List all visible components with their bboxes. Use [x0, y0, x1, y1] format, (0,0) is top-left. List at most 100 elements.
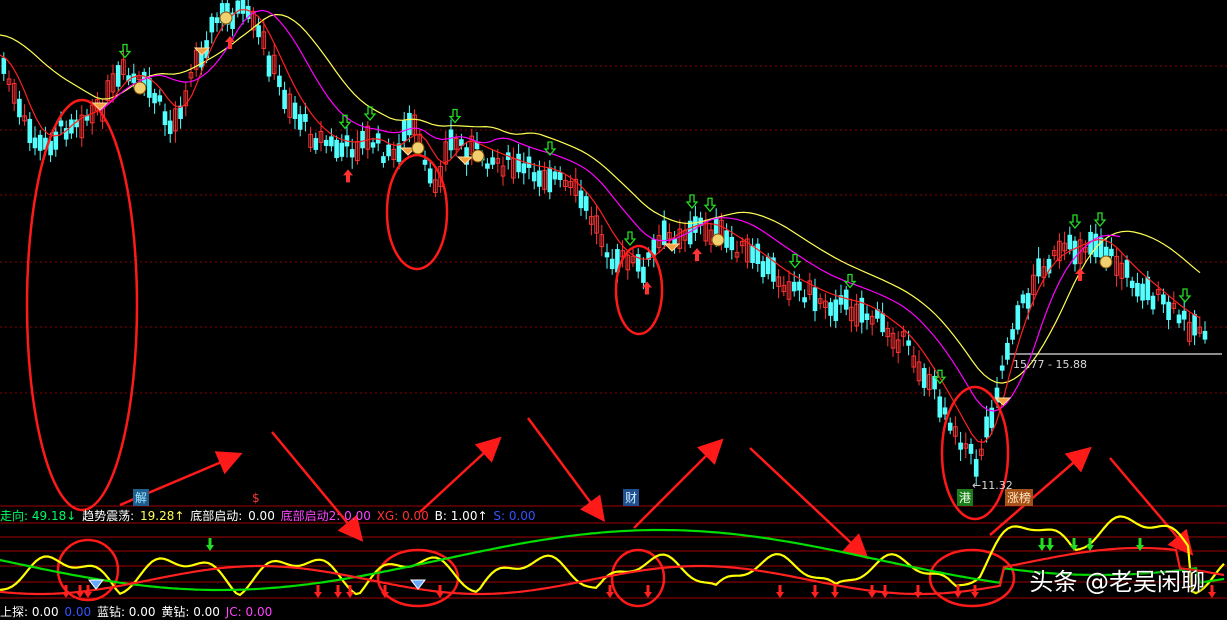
candle-body: [937, 396, 943, 418]
candle-body: [396, 143, 402, 162]
highlight-ellipse: [385, 153, 449, 271]
candle-body: [448, 129, 454, 151]
buy-arrow-icon: [811, 585, 819, 598]
candle-body: [526, 156, 532, 168]
xg-readout: XG: 0.00: [376, 509, 429, 523]
candle-body: [427, 168, 433, 184]
stock-chart: [0, 0, 1227, 608]
down-signal-icon: [843, 273, 857, 289]
bottom-label: 底部启动:: [190, 509, 243, 523]
candle-body: [1129, 280, 1135, 288]
candle-body: [157, 95, 163, 102]
bottom2-readout: 底部启动2: 0.00: [280, 509, 371, 523]
watermark: 头条 @老吴闲聊: [1029, 568, 1205, 596]
bottom-value: 0.00: [248, 509, 275, 523]
candle-body: [973, 459, 979, 477]
candle-body: [147, 78, 152, 98]
candle-body: [256, 25, 261, 38]
up-signal-icon: [343, 169, 353, 183]
diamond-icon: [456, 156, 474, 165]
buy-arrow-icon: [644, 585, 652, 598]
buy-arrow-icon: [334, 585, 342, 598]
candle-body: [381, 156, 386, 163]
candle-body: [1124, 259, 1130, 278]
candle-body: [984, 416, 989, 438]
candle-body: [1067, 234, 1073, 250]
candle-body: [349, 149, 355, 158]
highlight-ellipse: [25, 98, 139, 512]
annotation-arrow: [749, 447, 869, 560]
candle-body: [152, 92, 157, 104]
candle-body: [521, 163, 527, 174]
candle-body: [167, 120, 173, 135]
candle-body: [1192, 314, 1197, 336]
annotation-arrow: [419, 436, 502, 513]
candle-body: [1020, 294, 1026, 304]
candle-body: [557, 172, 563, 180]
candle-body: [1161, 294, 1166, 305]
annotation-arrow: [1109, 457, 1194, 556]
candle-body: [1176, 314, 1182, 324]
candle-body: [1010, 329, 1015, 340]
price-range-label: 15.77 - 15.88: [1013, 358, 1087, 371]
down-signal-icon: [1068, 214, 1082, 230]
candle-body: [968, 443, 974, 454]
candle-body: [1166, 301, 1171, 321]
candle-body: [1015, 305, 1021, 330]
candle-body: [958, 442, 963, 450]
candle-body: [921, 368, 927, 388]
buy-arrow-icon: [1208, 585, 1216, 598]
down-signal-icon: [1178, 288, 1192, 304]
candle-body: [724, 230, 729, 248]
candle-body: [58, 120, 64, 127]
candle-body: [552, 171, 558, 180]
candle-body: [297, 114, 303, 130]
candle-body: [115, 65, 121, 87]
annotation-arrow: [526, 417, 605, 523]
annotation-arrow: [633, 438, 724, 529]
candle-body: [323, 139, 329, 146]
candle-body: [864, 313, 870, 321]
direction-readout: 走向: 49.18↓: [0, 509, 77, 523]
trend-value: 19.28↑: [139, 509, 185, 523]
money-bag-icon: [711, 233, 725, 247]
money-bag-icon: [1099, 255, 1113, 269]
candle-body: [906, 340, 911, 346]
candle-body: [843, 289, 849, 310]
highlight-ellipse: [940, 385, 1010, 521]
candle-body: [797, 281, 802, 291]
candle-body: [37, 134, 43, 151]
candle-body: [1202, 330, 1208, 340]
candle-body: [1005, 342, 1010, 360]
buy-arrow-icon: [971, 585, 979, 598]
candle-body: [214, 17, 220, 24]
money-bag-icon: [133, 81, 147, 95]
candle-body: [303, 114, 308, 122]
up-signal-icon: [692, 248, 702, 262]
candle-body: [802, 297, 807, 303]
tag-cai: 财: [623, 489, 640, 506]
candle-body: [1072, 240, 1078, 265]
blue-diamond-icon: [87, 579, 105, 590]
candle-body: [604, 252, 610, 258]
candle-body: [537, 170, 542, 187]
buy-arrow-icon: [914, 585, 922, 598]
candle-body: [339, 142, 345, 157]
candle-body: [750, 245, 755, 264]
s-readout: S: 0.00: [493, 509, 536, 523]
money-bag-icon: [411, 141, 425, 155]
candle-body: [407, 112, 412, 136]
candle-body: [334, 139, 339, 159]
candle-body: [999, 365, 1005, 371]
candle-body: [755, 243, 761, 265]
sell-arrow-icon: [1038, 538, 1046, 551]
candle-body: [32, 137, 38, 149]
down-signal-icon: [623, 231, 637, 247]
down-signal-icon: [703, 197, 717, 213]
candle-body: [1145, 276, 1151, 301]
candle-body: [266, 55, 272, 77]
candle-body: [583, 196, 589, 211]
candle-body: [942, 407, 948, 415]
candle-body: [370, 142, 376, 148]
candle-body: [27, 118, 33, 144]
